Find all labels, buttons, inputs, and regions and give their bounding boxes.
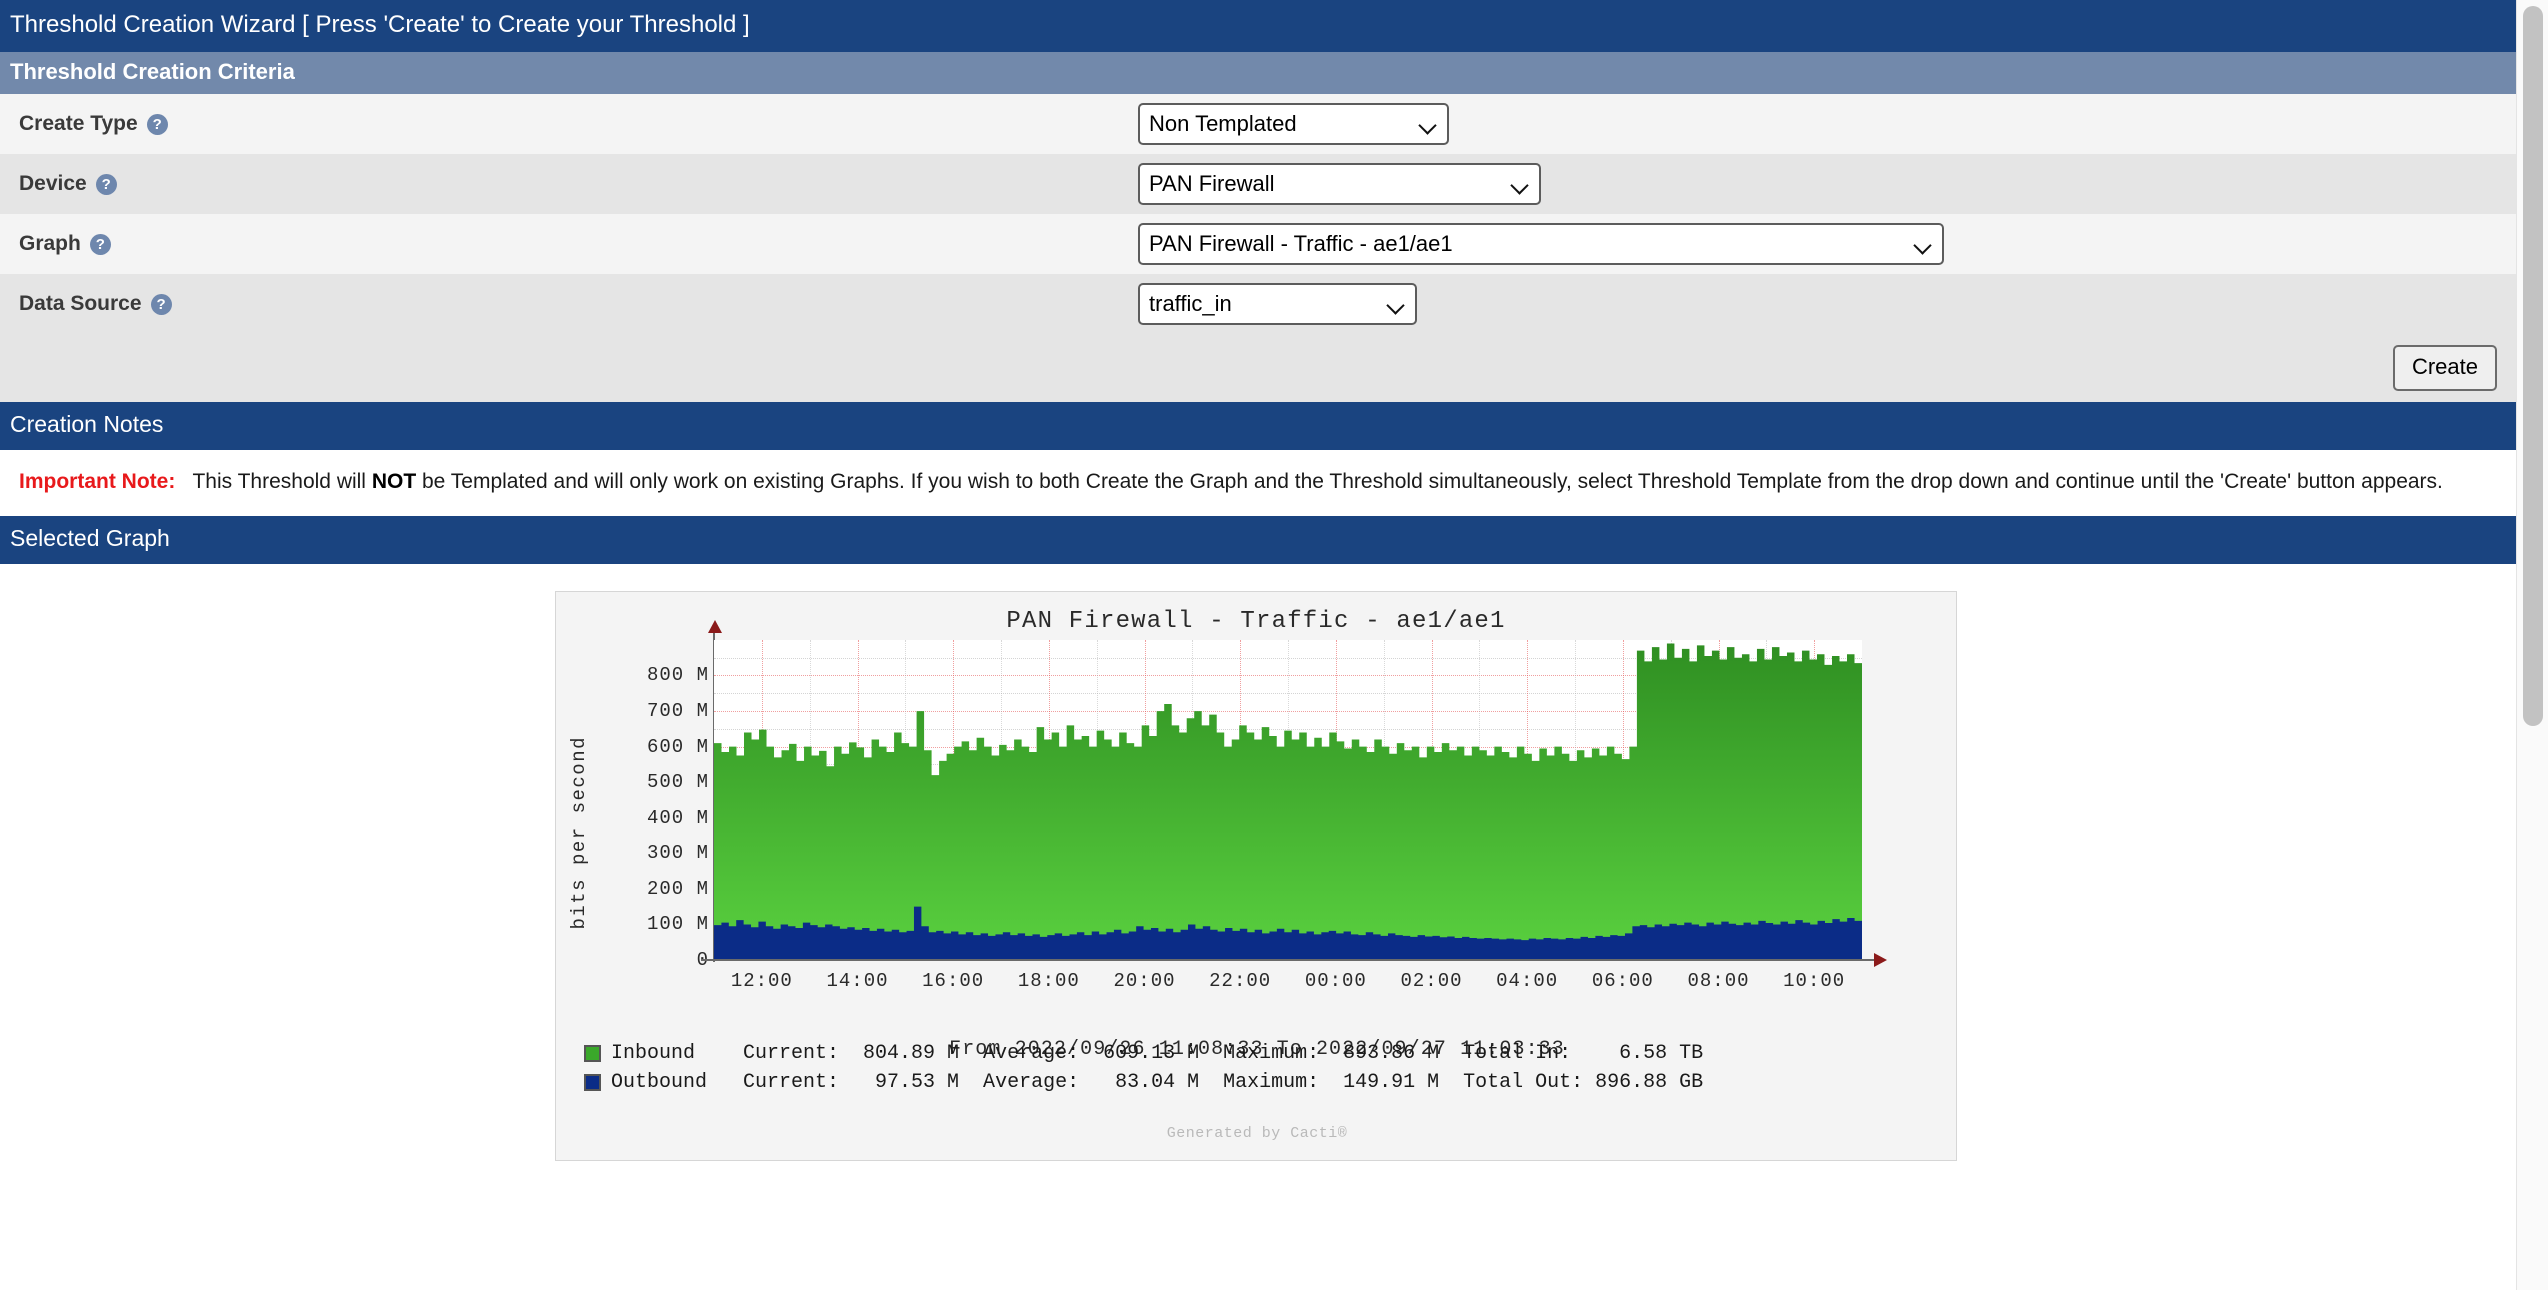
chart-x-tick-label: 16:00 <box>922 969 985 992</box>
creation-notes-header: Creation Notes <box>0 402 2516 450</box>
chart-y-tick-label: 0 <box>609 949 709 971</box>
chart-plot-wrapper: bits per second 0 100 M 200 M 300 M 400 M 500… <box>556 619 1958 1061</box>
chart-x-tick-label: 08:00 <box>1687 969 1750 992</box>
device-label: Device ? <box>19 172 1138 196</box>
cacti-graph-image[interactable]: PAN Firewall - Traffic - ae1/ae1 bits pe… <box>555 590 1958 1161</box>
data-source-label: Data Source ? <box>19 292 1138 316</box>
note-not-word: NOT <box>371 470 417 493</box>
data-source-select[interactable]: traffic_in <box>1138 283 1417 325</box>
chart-y-tick-label: 800 M <box>646 664 709 687</box>
chart-x-axis-arrow-icon <box>1874 952 1887 967</box>
chart-y-tick-label: 100 M <box>646 913 709 936</box>
chart-legend: Inbound Current: 804.89 M Average: 609.1… <box>584 1039 1703 1097</box>
note-spacer <box>181 470 192 493</box>
page-scrollbar[interactable] <box>2516 0 2548 1290</box>
help-icon[interactable]: ? <box>95 173 117 195</box>
chart-x-tick-label: 02:00 <box>1400 969 1463 992</box>
note-text-after: be Templated and will only work on exist… <box>416 470 2443 493</box>
chart-plot-region <box>714 639 1862 960</box>
help-icon[interactable]: ? <box>89 233 111 255</box>
create-type-select-wrap: Non Templated <box>1138 103 1449 145</box>
form-row-create-type: Create Type ? Non Templated <box>0 94 2516 154</box>
data-source-label-text: Data Source <box>19 292 142 315</box>
device-select[interactable]: PAN Firewall <box>1138 163 1541 205</box>
graph-area: PAN Firewall - Traffic - ae1/ae1 bits pe… <box>0 563 2516 1161</box>
scrollbar-thumb[interactable] <box>2523 6 2543 726</box>
chart-series-area-inbound <box>714 643 1862 960</box>
create-type-label-text: Create Type <box>19 112 138 135</box>
graph-select-wrap: PAN Firewall - Traffic - ae1/ae1 <box>1138 223 1944 265</box>
page-content: Threshold Creation Wizard [ Press 'Creat… <box>0 0 2516 1161</box>
chart-legend-swatch-icon <box>584 1044 601 1062</box>
create-type-label: Create Type ? <box>19 112 1138 136</box>
device-label-text: Device <box>19 172 87 195</box>
chart-x-tick-label: 14:00 <box>826 969 889 992</box>
important-note-label: Important Note: <box>19 470 176 493</box>
create-type-select[interactable]: Non Templated <box>1138 103 1449 145</box>
chart-series-svg <box>714 643 1862 960</box>
note-text-before: This Threshold will <box>192 470 372 493</box>
selected-graph-header: Selected Graph <box>0 515 2516 564</box>
page-title: Threshold Creation Wizard [ Press 'Creat… <box>0 0 2516 52</box>
criteria-section-header: Threshold Creation Criteria <box>0 52 2516 94</box>
chart-legend-text: Outbound Current: 97.53 M Average: 83.04… <box>611 1070 1704 1094</box>
chart-y-axis-ticks: 0 100 M 200 M 300 M 400 M 500 M 600 M 700 M 800 … <box>601 640 709 970</box>
chart-y-tick-label: 500 M <box>646 771 709 794</box>
chart-legend-swatch-icon <box>584 1073 601 1091</box>
chart-x-tick-label: 06:00 <box>1591 969 1654 992</box>
chart-y-tick-label: 200 M <box>646 877 709 900</box>
chart-legend-text: Inbound Current: 804.89 M Average: 609.1… <box>611 1041 1704 1065</box>
create-button[interactable]: Create <box>2392 345 2497 391</box>
form-row-data-source: Data Source ? traffic_in <box>0 274 2516 334</box>
chart-x-tick-label: 10:00 <box>1783 969 1846 992</box>
chart-x-tick-label: 18:00 <box>1017 969 1080 992</box>
chart-y-axis-arrow-icon <box>708 619 722 633</box>
chart-x-axis-ticks: 12:00 14:00 16:00 18:00 20:00 22:00 00:00 02:00… <box>714 970 1862 998</box>
chart-x-tick-label: 22:00 <box>1209 969 1272 992</box>
chart-x-tick-label: 12:00 <box>730 969 793 992</box>
chart-legend-row: Inbound Current: 804.89 M Average: 609.1… <box>584 1039 1703 1068</box>
chart-legend-row: Outbound Current: 97.53 M Average: 83.04… <box>584 1068 1703 1097</box>
data-source-select-wrap: traffic_in <box>1138 283 1417 325</box>
help-icon[interactable]: ? <box>150 293 172 315</box>
creation-notes-body: Important Note: This Threshold will NOT … <box>0 450 2516 516</box>
graph-label: Graph ? <box>19 232 1138 256</box>
chart-title: PAN Firewall - Traffic - ae1/ae1 <box>1006 607 1506 635</box>
chart-x-axis-line <box>701 958 1879 961</box>
chart-y-axis-label: bits per second <box>568 735 590 930</box>
chart-x-tick-label: 20:00 <box>1113 969 1176 992</box>
help-icon[interactable]: ? <box>146 113 168 135</box>
threshold-creation-wizard-page: Threshold Creation Wizard [ Press 'Creat… <box>0 0 2548 1290</box>
chart-x-tick-label: 04:00 <box>1496 969 1559 992</box>
graph-select[interactable]: PAN Firewall - Traffic - ae1/ae1 <box>1138 223 1944 265</box>
create-button-row: Create <box>0 334 2516 402</box>
chart-y-tick-label: 600 M <box>646 735 709 758</box>
chart-y-tick-label: 300 M <box>646 842 709 865</box>
chart-y-tick-label: 400 M <box>646 806 709 829</box>
graph-label-text: Graph <box>19 232 81 255</box>
device-select-wrap: PAN Firewall <box>1138 163 1541 205</box>
form-row-device: Device ? PAN Firewall <box>0 154 2516 214</box>
cacti-credit: Generated by Cacti® <box>1166 1124 1348 1142</box>
chart-x-tick-label: 00:00 <box>1304 969 1367 992</box>
form-row-graph: Graph ? PAN Firewall - Traffic - ae1/ae1 <box>0 214 2516 274</box>
chart-y-tick-label: 700 M <box>646 700 709 723</box>
